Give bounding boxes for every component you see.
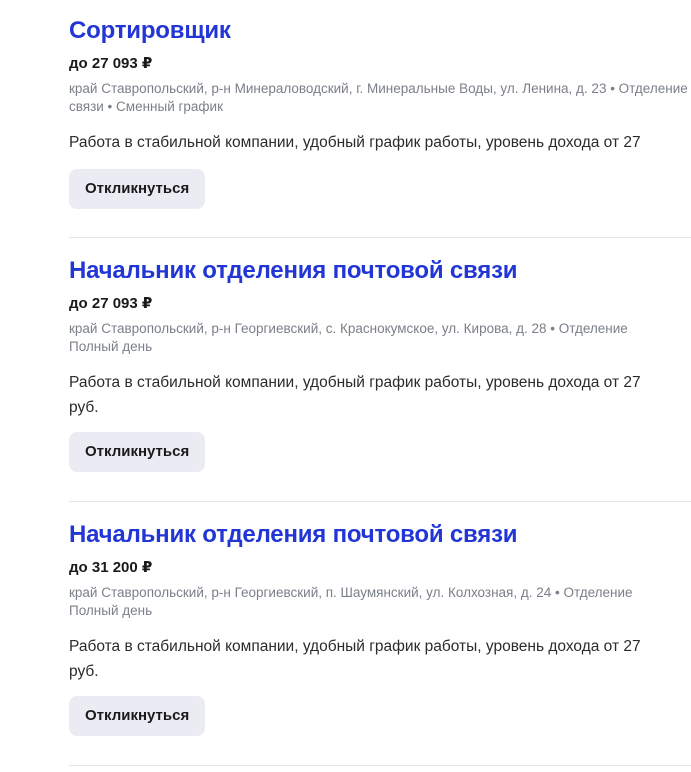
divider	[69, 501, 691, 502]
vacancy-salary: до 27 093 ₽	[69, 55, 153, 72]
vacancy-card: Начальник отделения почтовой связи до 31…	[69, 520, 691, 736]
vacancy-meta: край Ставропольский, р-н Георгиевский, п…	[69, 584, 691, 620]
apply-button[interactable]: Откликнуться	[69, 696, 206, 736]
vacancy-card: Начальник отделения почтовой связи до 27…	[69, 256, 691, 472]
vacancy-description-line: Работа в стабильной компании, удобный гр…	[69, 134, 641, 151]
vacancy-title-link[interactable]: Начальник отделения почтовой связи	[69, 256, 691, 286]
vacancy-description-line: Работа в стабильной компании, удобный гр…	[69, 638, 641, 655]
vacancy-meta-line: Полный день	[69, 339, 153, 354]
vacancy-meta: край Ставропольский, р-н Минераловодский…	[69, 80, 691, 116]
vacancy-title-link[interactable]: Начальник отделения почтовой связи	[69, 520, 691, 550]
vacancy-description: Работа в стабильной компании, удобный гр…	[69, 370, 691, 420]
vacancy-meta: край Ставропольский, р-н Георгиевский, с…	[69, 320, 691, 356]
apply-button[interactable]: Откликнуться	[69, 169, 206, 209]
vacancy-meta-line: связи • Сменный график	[69, 99, 223, 114]
vacancy-card: Сортировщик до 27 093 ₽ край Ставропольс…	[69, 16, 691, 209]
vacancy-meta-line: край Ставропольский, р-н Георгиевский, с…	[69, 321, 628, 336]
vacancy-meta-line: край Ставропольский, р-н Георгиевский, п…	[69, 585, 633, 600]
divider	[69, 765, 691, 766]
vacancy-title-link[interactable]: Сортировщик	[69, 16, 691, 46]
vacancy-meta-line: край Ставропольский, р-н Минераловодский…	[69, 81, 688, 96]
vacancy-salary: до 31 200 ₽	[69, 559, 153, 576]
vacancy-description-line: руб.	[69, 399, 99, 416]
divider	[69, 237, 691, 238]
vacancy-description: Работа в стабильной компании, удобный гр…	[69, 130, 691, 155]
vacancy-description-line: руб.	[69, 663, 99, 680]
vacancy-salary: до 27 093 ₽	[69, 295, 153, 312]
vacancy-meta-line: Полный день	[69, 603, 153, 618]
vacancy-description-line: Работа в стабильной компании, удобный гр…	[69, 374, 641, 391]
apply-button[interactable]: Откликнуться	[69, 432, 206, 472]
vacancy-description: Работа в стабильной компании, удобный гр…	[69, 634, 691, 684]
